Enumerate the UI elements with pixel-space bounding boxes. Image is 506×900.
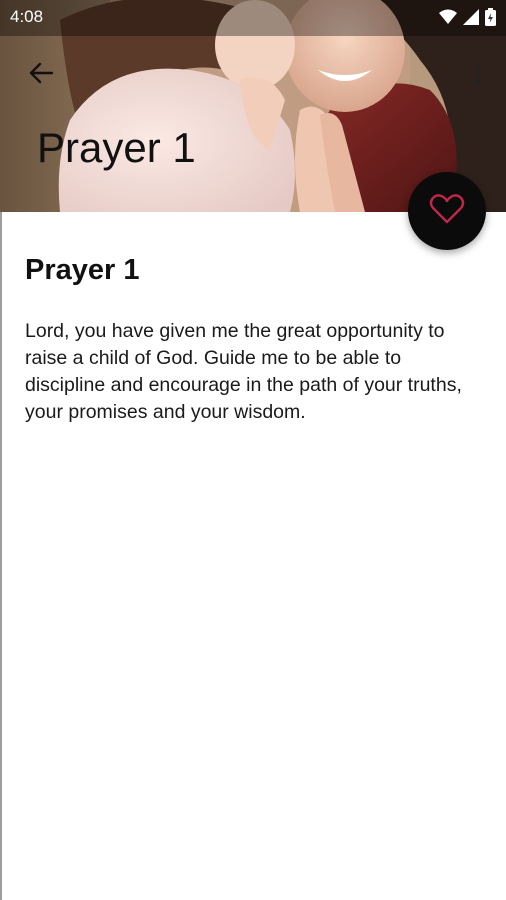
- battery-icon: [485, 8, 496, 31]
- more-vert-icon: [475, 62, 481, 89]
- status-bar: 4:08: [0, 0, 506, 36]
- prayer-body: Lord, you have given me the great opport…: [25, 320, 462, 423]
- back-button[interactable]: [22, 56, 60, 94]
- wifi-icon: [439, 9, 457, 30]
- arrow-back-icon: [28, 60, 54, 91]
- favorite-button[interactable]: [408, 172, 486, 250]
- prayer-title: Prayer 1: [25, 254, 140, 286]
- status-time: 4:08: [10, 7, 44, 26]
- status-icons: [439, 8, 496, 31]
- more-options-button[interactable]: [466, 58, 490, 92]
- prayer-content: Prayer 1 Lord, you have given me the gre…: [25, 250, 485, 426]
- cellular-signal-icon: [463, 9, 479, 30]
- prayer-detail-screen: 4:08 Prayer 1 Prayer 1 Lord, you have gi…: [0, 0, 506, 900]
- heart-outline-icon: [429, 193, 465, 230]
- app-bar-title: Prayer 1: [37, 124, 196, 171]
- left-edge-divider: [0, 212, 2, 900]
